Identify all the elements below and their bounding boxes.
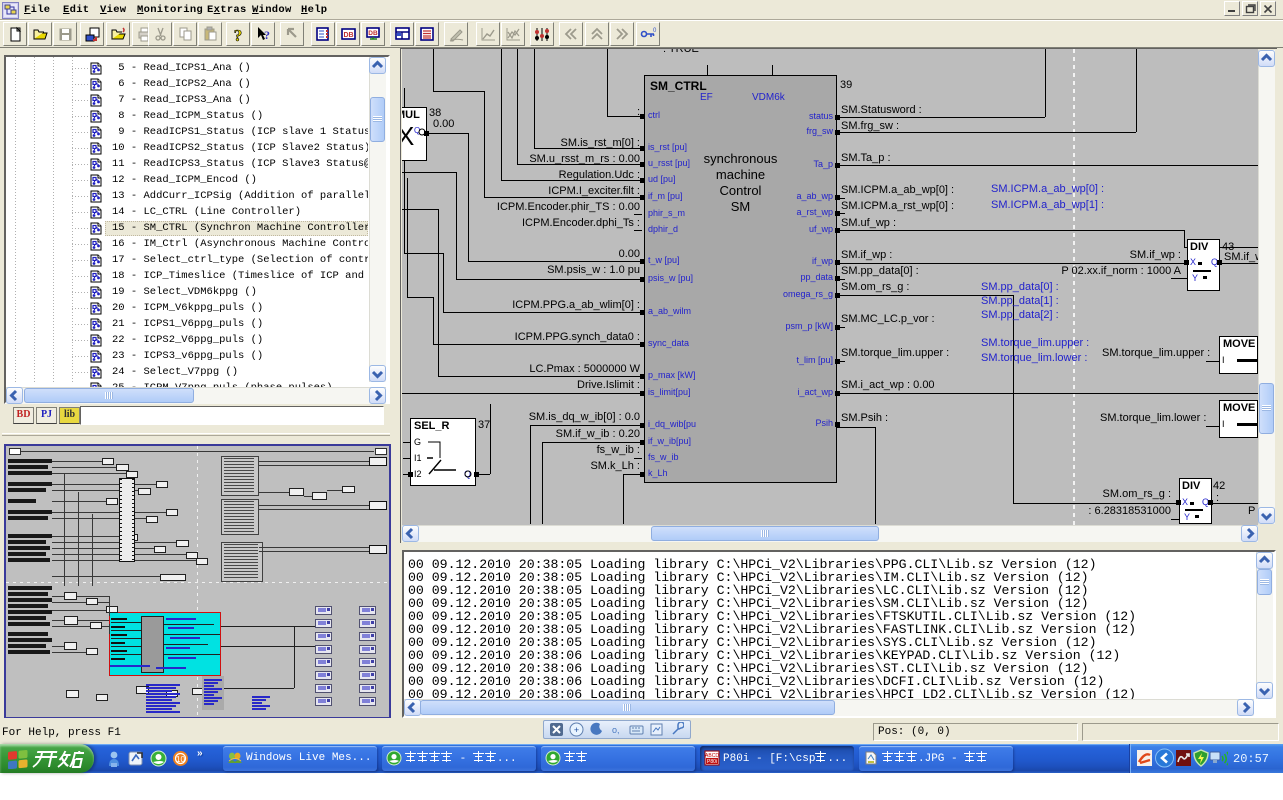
svg-text:0: 0: [653, 28, 657, 34]
svg-text:?: ?: [234, 26, 243, 43]
svg-text:o,: o,: [612, 725, 620, 735]
svg-text:+: +: [574, 725, 579, 735]
svg-text:P80i: P80i: [707, 759, 717, 765]
svg-text:10: 10: [176, 755, 185, 764]
svg-text:?: ?: [264, 28, 270, 42]
svg-text:DB: DB: [343, 32, 353, 39]
svg-text:DB: DB: [368, 30, 378, 37]
